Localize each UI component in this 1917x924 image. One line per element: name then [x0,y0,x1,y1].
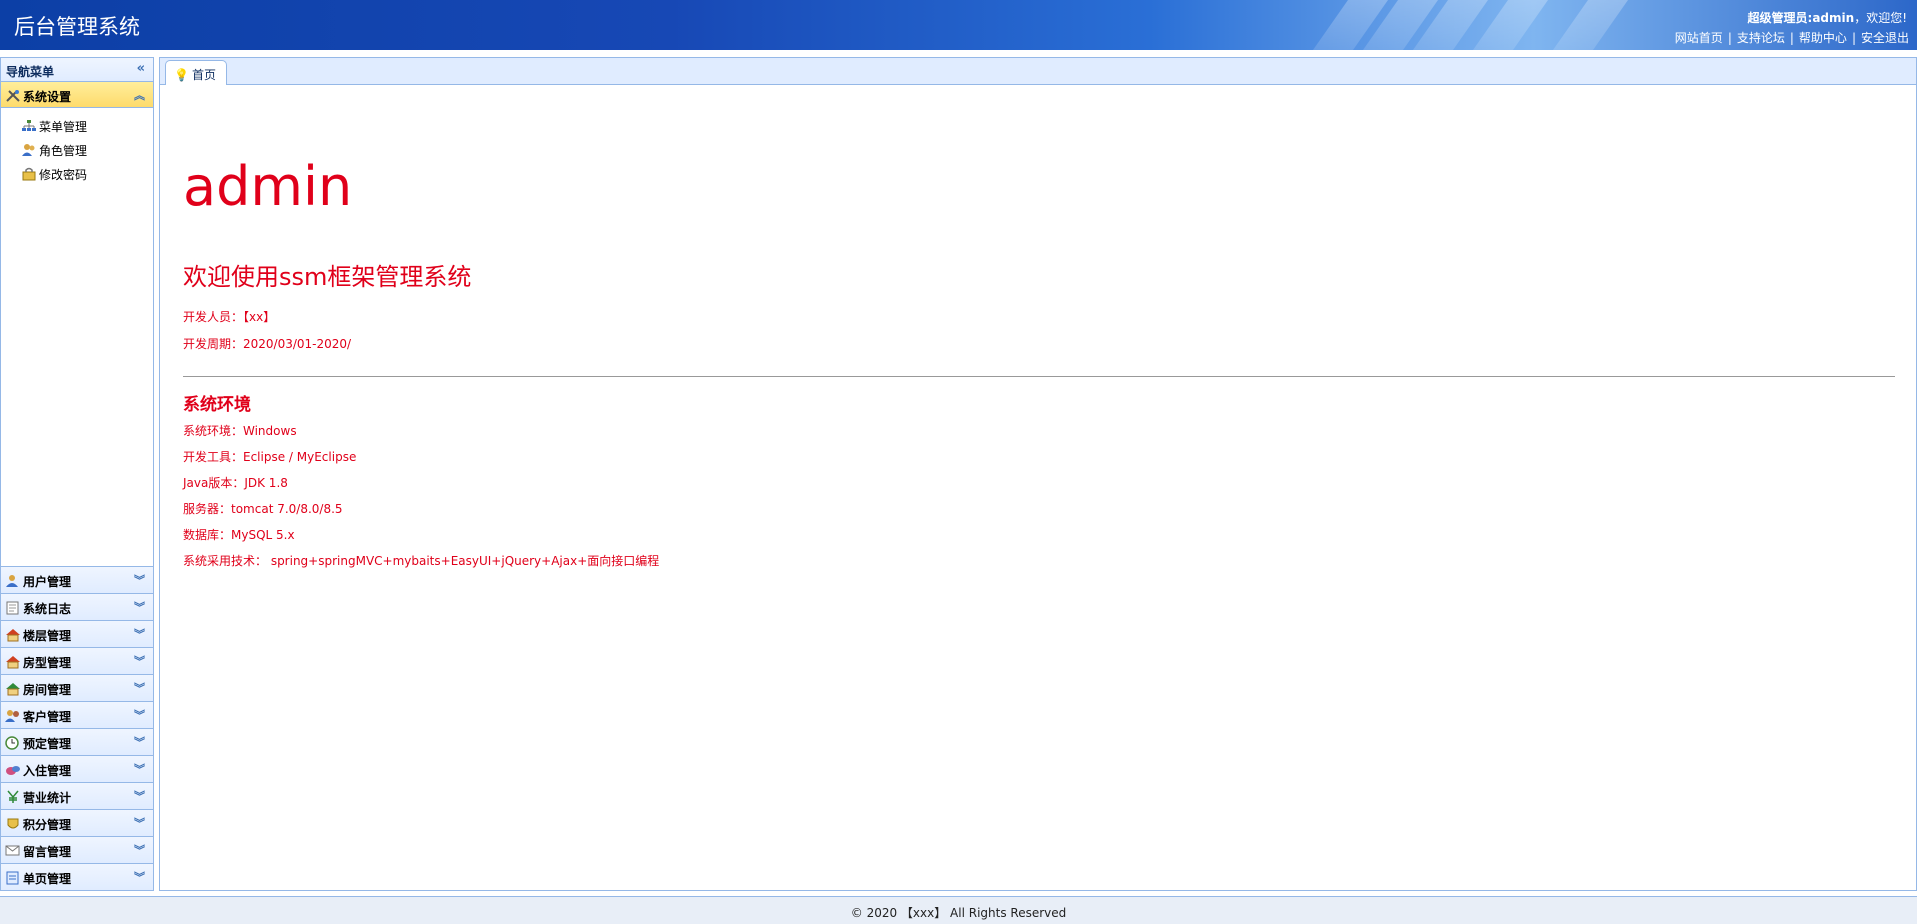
sidebar-section-system-settings[interactable]: 系统设置 ︽ [1,82,153,108]
welcome-message: 超级管理员:admin，欢迎您! [1748,9,1907,26]
main-panel: admin 欢迎使用ssm框架管理系统 开发人员：【xx】 开发周期：2020/… [159,85,1917,891]
chevron-down-icon[interactable]: ︾ [134,653,145,669]
log-icon [5,601,21,615]
sidebar-section-pages[interactable]: 单页管理 ︾ [1,863,153,890]
welcome-user: 超级管理员:admin [1747,11,1855,25]
chevron-down-icon[interactable]: ︾ [134,788,145,804]
chevron-down-icon[interactable]: ︾ [134,761,145,777]
env-item-ide: 开发工具：Eclipse / MyEclipse [183,450,357,464]
section-label: 系统日志 [23,602,72,616]
menu-manage-label: 菜单管理 [39,120,88,134]
section-label: 留言管理 [23,845,72,859]
house-icon [5,628,21,642]
sidebar-item-role-manage[interactable]: 角色管理 [21,138,153,162]
link-forum[interactable]: 支持论坛 [1737,31,1785,45]
change-password-label: 修改密码 [39,168,88,182]
link-help[interactable]: 帮助中心 [1799,31,1847,45]
divider [183,376,1895,377]
developer-info: 开发人员：【xx】 [183,310,276,324]
username-heading: admin [183,155,353,218]
checkin-icon [5,763,21,777]
tools-icon [5,89,21,103]
chevron-down-icon[interactable]: ︾ [134,680,145,696]
message-icon [5,844,21,858]
env-item-tech: 系统采用技术： spring+springMVC+mybaits+EasyUI+… [183,554,660,568]
chevron-down-icon[interactable]: ︾ [134,626,145,642]
section-label: 楼层管理 [23,629,72,643]
env-item-java: Java版本：JDK 1.8 [183,476,288,490]
sidebar-section-room-types[interactable]: 房型管理 ︾ [1,647,153,674]
house-green-icon [5,682,21,696]
menu-tree-icon [21,119,37,133]
tab-home-label: 首页 [191,68,216,82]
welcome-content: admin 欢迎使用ssm框架管理系统 开发人员：【xx】 开发周期：2020/… [183,155,471,352]
sidebar-item-change-password[interactable]: 修改密码 [21,162,153,186]
section-label: 客户管理 [23,710,72,724]
section-label: 系统设置 [23,90,72,104]
chevron-down-icon[interactable]: ︾ [134,869,145,885]
clock-icon [5,736,21,750]
chevron-down-icon[interactable]: ︾ [134,734,145,750]
header-links: 网站首页 | 支持论坛 | 帮助中心 | 安全退出 [1674,31,1909,45]
top-header: 后台管理系统 超级管理员:admin，欢迎您! 网站首页 | 支持论坛 | 帮助中心 | 安… [0,0,1917,50]
chevron-down-icon[interactable]: ︾ [134,842,145,858]
points-icon [5,817,21,831]
yen-icon [5,790,21,804]
chevron-down-icon[interactable]: ︾ [134,815,145,831]
sidebar-section-logs[interactable]: 系统日志 ︾ [1,593,153,620]
period-info: 开发周期：2020/03/01-2020/ [183,337,352,351]
sidebar-section-messages[interactable]: 留言管理 ︾ [1,836,153,863]
house-icon [5,655,21,669]
role-users-icon [21,143,37,157]
section-label: 房间管理 [23,683,72,697]
section-label: 用户管理 [23,575,72,589]
section-label: 单页管理 [23,872,72,886]
chevron-down-icon[interactable]: ︾ [134,707,145,723]
user-icon [5,574,21,588]
sidebar-section-users[interactable]: 用户管理 ︾ [1,566,153,593]
sidebar-section-checkin[interactable]: 入住管理 ︾ [1,755,153,782]
tab-home[interactable]: 💡 首页 [165,60,227,86]
page-icon [5,871,21,885]
bulb-icon: 💡 [174,68,189,82]
submenu-list: 菜单管理 角色管理 修改密码 [1,108,153,558]
collapse-left-icon[interactable]: « [137,61,145,76]
env-item-db: 数据库：MySQL 5.x [183,528,295,542]
chevron-down-icon[interactable]: ︾ [134,599,145,615]
system-title: 后台管理系统 [14,15,140,39]
section-label: 积分管理 [23,818,72,832]
section-label: 预定管理 [23,737,72,751]
section-label: 营业统计 [23,791,72,805]
welcome-suffix: ，欢迎您! [1854,11,1907,25]
env-item-server: 服务器：tomcat 7.0/8.0/8.5 [183,502,343,516]
nav-title: 导航菜单 [6,65,55,79]
section-label: 房型管理 [23,656,72,670]
sidebar-section-reservations[interactable]: 预定管理 ︾ [1,728,153,755]
env-list: 系统环境：Windows 开发工具：Eclipse / MyEclipse Ja… [183,422,659,578]
sidebar-section-customers[interactable]: 客户管理 ︾ [1,701,153,728]
env-title: 系统环境 [183,395,251,415]
chevron-down-icon[interactable]: ︾ [134,572,145,588]
sidebar-section-rooms[interactable]: 房间管理 ︾ [1,674,153,701]
copyright-text: © 2020 【xxx】 All Rights Reserved [850,906,1067,920]
section-label: 入住管理 [23,764,72,778]
nav-header: 导航菜单 « [1,58,153,82]
welcome-heading: 欢迎使用ssm框架管理系统 [183,263,472,291]
env-item-os: 系统环境：Windows [183,424,297,438]
customer-icon [5,709,21,723]
sidebar-item-menu-manage[interactable]: 菜单管理 [21,114,153,138]
sidebar-sections: 用户管理 ︾ 系统日志 ︾ 楼层管理 ︾ 房型管理 ︾ 房间管理 ︾ 客户管理 ︾ 预定管理… [1,566,153,890]
sidebar-section-statistics[interactable]: 营业统计 ︾ [1,782,153,809]
sidebar-section-floors[interactable]: 楼层管理 ︾ [1,620,153,647]
footer: © 2020 【xxx】 All Rights Reserved [0,896,1917,924]
sidebar-section-points[interactable]: 积分管理 ︾ [1,809,153,836]
role-manage-label: 角色管理 [39,144,88,158]
chevron-up-icon[interactable]: ︽ [134,87,145,103]
tab-bar: 💡 首页 [159,57,1917,86]
link-logout[interactable]: 安全退出 [1861,31,1909,45]
link-home[interactable]: 网站首页 [1675,31,1723,45]
sidebar-nav: 导航菜单 « 系统设置 ︽ 菜单管理 角色管理 修改密码 用户管理 ︾ 系统日志 ︾… [0,57,154,891]
password-lock-icon [21,167,37,181]
